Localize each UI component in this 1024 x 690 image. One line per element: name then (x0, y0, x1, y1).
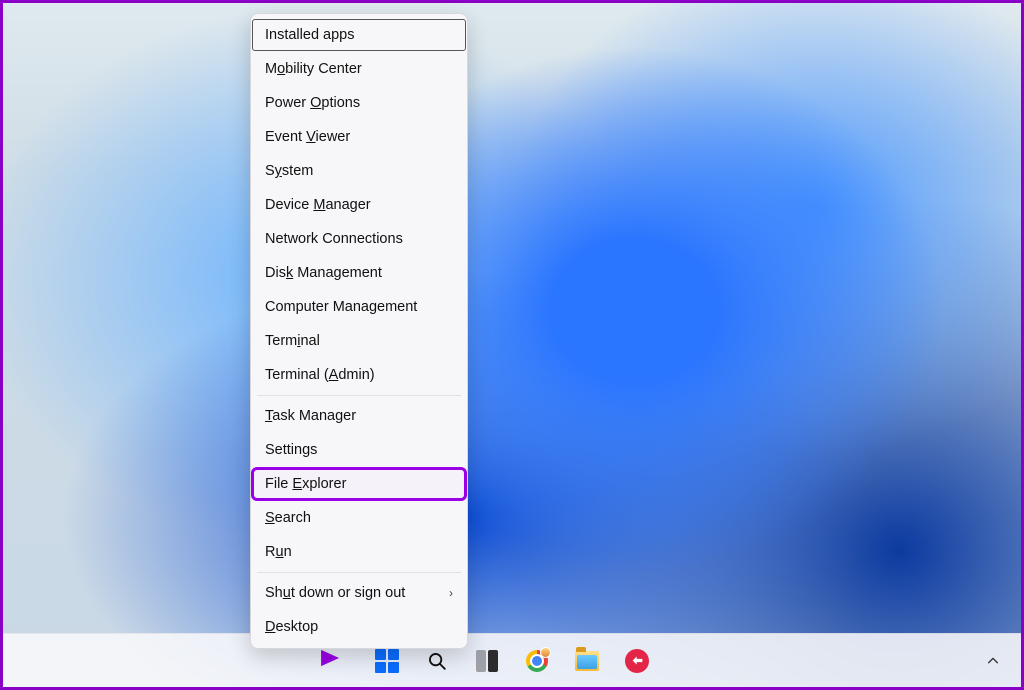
winx-item-installed-apps[interactable]: Installed apps (251, 18, 467, 52)
winx-item-terminal[interactable]: Terminal (251, 324, 467, 358)
task-view-button[interactable] (467, 641, 507, 681)
search-icon (426, 650, 448, 672)
winx-item-settings[interactable]: Settings (251, 433, 467, 467)
winx-item-label: Terminal (265, 333, 320, 349)
winx-item-label: Device Manager (265, 197, 371, 213)
menu-separator (257, 395, 461, 396)
winx-item-label: Installed apps (265, 27, 354, 43)
chrome-app[interactable] (517, 641, 557, 681)
winx-item-task-manager[interactable]: Task Manager (251, 399, 467, 433)
tray-expand-button[interactable] (979, 647, 1007, 675)
chrome-icon (526, 650, 548, 672)
winx-item-event-viewer[interactable]: Event Viewer (251, 120, 467, 154)
menu-separator (257, 572, 461, 573)
app-icon (625, 649, 649, 673)
winx-item-run[interactable]: Run (251, 535, 467, 569)
chevron-up-icon (986, 654, 1000, 668)
winx-item-label: Power Options (265, 95, 360, 111)
winx-item-device-manager[interactable]: Device Manager (251, 188, 467, 222)
winx-item-network-connections[interactable]: Network Connections (251, 222, 467, 256)
winx-item-shut-down[interactable]: Shut down or sign out › (251, 576, 467, 610)
winx-item-terminal-admin[interactable]: Terminal (Admin) (251, 358, 467, 392)
winx-item-label: Mobility Center (265, 61, 362, 77)
winx-item-label: System (265, 163, 313, 179)
winx-item-power-options[interactable]: Power Options (251, 86, 467, 120)
file-explorer-app[interactable] (567, 641, 607, 681)
winx-item-label: Desktop (265, 619, 318, 635)
chevron-right-icon: › (449, 586, 453, 600)
folder-icon (575, 651, 599, 671)
winx-item-computer-management[interactable]: Computer Management (251, 290, 467, 324)
winx-item-search[interactable]: Search (251, 501, 467, 535)
task-view-icon (476, 650, 498, 672)
desktop-wallpaper (3, 3, 1021, 687)
winx-item-label: Network Connections (265, 231, 403, 247)
winx-item-disk-management[interactable]: Disk Management (251, 256, 467, 290)
winx-item-label: Terminal (Admin) (265, 367, 375, 383)
winx-item-label: Disk Management (265, 265, 382, 281)
winx-item-system[interactable]: System (251, 154, 467, 188)
winx-item-label: Computer Management (265, 299, 417, 315)
winx-item-mobility-center[interactable]: Mobility Center (251, 52, 467, 86)
winx-item-label: File Explorer (265, 476, 346, 492)
pinned-app-red[interactable] (617, 641, 657, 681)
taskbar (3, 633, 1021, 687)
winx-item-label: Shut down or sign out (265, 585, 405, 601)
winx-item-label: Run (265, 544, 292, 560)
winx-item-label: Event Viewer (265, 129, 350, 145)
windows-logo-icon (375, 649, 399, 673)
winx-item-desktop[interactable]: Desktop (251, 610, 467, 644)
winx-item-label: Settings (265, 442, 317, 458)
winx-item-file-explorer[interactable]: File Explorer (251, 467, 467, 501)
winx-item-label: Search (265, 510, 311, 526)
winx-context-menu: Installed apps Mobility Center Power Optio… (250, 13, 468, 649)
winx-item-label: Task Manager (265, 408, 356, 424)
